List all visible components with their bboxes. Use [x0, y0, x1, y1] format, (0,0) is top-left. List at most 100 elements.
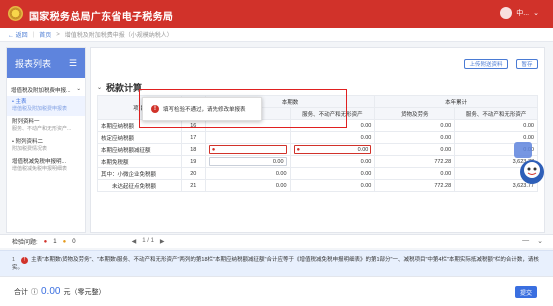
sidebar-group[interactable]: 增值税及附加税费申报... ⌄	[7, 78, 85, 96]
site-title: 国家税务总局广东省电子税务局	[29, 12, 174, 23]
row-lanci: 17	[180, 131, 206, 144]
cell-value: 0.00	[289, 179, 376, 192]
breadcrumb-current: 增值税及附加税费申报（小规模纳税人）	[64, 33, 173, 39]
sidebar-item-label: • 主表	[12, 99, 27, 105]
section-title-text: 税款计算	[106, 83, 143, 93]
chevron-down-icon: ⌄	[533, 10, 539, 17]
validation-label: 检验问题:	[12, 240, 38, 246]
save-draft-button[interactable]: 暂存	[516, 59, 538, 69]
sidebar-title: 报表列表	[15, 58, 52, 69]
validation-message[interactable]: 1! 主表"本期数\货物及劳务"、"本期数\服务、不动产和无形资产"两列的第18栏…	[0, 250, 553, 276]
cell-value: 772.28	[374, 179, 456, 192]
reduction-goods-input[interactable]: ●	[208, 145, 287, 154]
sidebar-item-attachment-2[interactable]: • 附列资料二 附加税费情况表	[7, 136, 85, 156]
cell-value: 0.00	[204, 167, 291, 180]
error-count-icon: ●	[43, 238, 48, 245]
exempt-goods-input[interactable]: 0.00	[208, 157, 287, 166]
validation-tooltip: ! 填写检验不通过，请先修改单报表	[142, 97, 262, 121]
row-lanci: 18	[180, 143, 206, 156]
cell-input-cell: ●	[204, 143, 291, 156]
page-indicator: 1 / 1	[142, 238, 154, 244]
avatar-icon	[500, 7, 513, 19]
table-row: 本期应纳税额减征额 18 ● ● 0.00 0.00 0.00	[97, 143, 538, 156]
sidebar-item-label: 增值税减免税申报明...	[12, 159, 67, 165]
sidebar-item-sublabel: 增值税减免税申报明细表	[12, 166, 68, 172]
cell-value: 0.00	[289, 131, 376, 144]
tooltip-text: 填写检验不通过，请先修改单报表	[163, 107, 246, 113]
cell-value: 0.00	[374, 131, 456, 144]
sidebar-header: 报表列表 ☰	[7, 48, 85, 78]
row-label: 核定应纳税额	[97, 131, 182, 144]
cell-input-cell: ● 0.00	[289, 143, 376, 156]
sidebar-item-label: 附列资料一	[12, 119, 40, 125]
header-goods-cum: 货物及劳务	[374, 107, 456, 120]
error-icon: ●	[211, 146, 216, 153]
sidebar-item-label: • 附列资料二	[12, 139, 43, 145]
warning-count-icon: ●	[62, 238, 67, 245]
cell-input-cell: 0.00	[204, 155, 291, 168]
info-icon[interactable]: ⓘ	[31, 287, 38, 297]
breadcrumb-home-link[interactable]: 首页	[39, 30, 51, 39]
row-lanci: 21	[180, 179, 206, 192]
row-lanci: 19	[180, 155, 206, 168]
cell-value: 772.28	[374, 155, 456, 168]
chevron-down-icon: ⌄	[97, 85, 103, 91]
back-button[interactable]: ← 返回	[8, 30, 28, 39]
header-service-cum: 服务、不动产和无形资产	[454, 107, 538, 120]
error-icon: !	[21, 257, 29, 264]
sidebar-item-vat-exemption[interactable]: 增值税减免税申报明... 增值税减免税申报明细表	[7, 156, 85, 176]
row-label: 未达起征点免税额	[97, 179, 182, 192]
total-amount: 0.00	[41, 286, 61, 297]
message-text: 主表"本期数\货物及劳务"、"本期数\服务、不动产和无形资产"两列的第18栏"本…	[12, 257, 539, 271]
next-page-button[interactable]: ▶	[160, 238, 165, 245]
table-row: 其中：小微企业免税额 20 0.00 0.00 0.00 0.00	[97, 167, 538, 180]
breadcrumb-arrow: >	[56, 31, 60, 38]
row-label: 本期应纳税额减征额	[97, 143, 182, 156]
minimize-button[interactable]: —	[522, 237, 529, 245]
prev-page-button[interactable]: ◀	[132, 238, 137, 245]
input-value: 0.00	[357, 146, 369, 153]
assistant-mascot-icon[interactable]	[510, 140, 548, 188]
error-icon: !	[151, 105, 159, 113]
sidebar-item-main-form[interactable]: • 主表 增值税及附加税费申报表	[7, 96, 85, 116]
sidebar-item-sublabel: 增值税及附加税费申报表	[12, 106, 68, 112]
menu-icon[interactable]: ☰	[69, 58, 77, 69]
top-header: 国家税务总局广东省电子税务局 中... ⌄	[0, 0, 553, 28]
panel-controls: — ⌄	[522, 237, 543, 245]
section-title[interactable]: ⌄ 税款计算	[97, 81, 142, 94]
row-lanci: 20	[180, 167, 206, 180]
header-cumulative: 本年累计	[374, 95, 538, 108]
warning-count[interactable]: 0	[72, 239, 75, 245]
sidebar-item-sublabel: 附加税费情况表	[12, 146, 48, 152]
total-label: 合计	[14, 288, 28, 296]
reduction-service-input[interactable]: ● 0.00	[293, 145, 372, 154]
user-menu[interactable]: 中... ⌄	[500, 7, 539, 19]
total-unit: 元（零元整）	[63, 288, 106, 296]
table-row: 核定应纳税额 17 0.00 0.00 0.00	[97, 131, 538, 144]
error-count[interactable]: 1	[53, 239, 56, 245]
message-index: 1	[12, 257, 16, 263]
validation-status-bar: 检验问题: ● 1 ● 0 ◀ 1 / 1 ▶ — ⌄	[0, 234, 553, 248]
cell-value: 0.00	[374, 167, 456, 180]
chevron-down-icon: ⌄	[76, 86, 81, 92]
table-row: 本期免税额 19 0.00 0.00 772.28 3,623.77	[97, 155, 538, 168]
breadcrumb: ← 返回 | 首页 > 增值税及附加税费申报（小规模纳税人）	[0, 28, 553, 42]
footer-total: 合计 ⓘ 0.00 元（零元整） 提交	[0, 276, 553, 306]
user-name: 中...	[516, 10, 530, 17]
sidebar-group-label: 增值税及附加税费申报...	[11, 88, 71, 94]
error-icon: ●	[296, 146, 301, 153]
upload-attachment-button[interactable]: 上传附送资料	[464, 59, 508, 69]
tax-emblem-icon	[8, 6, 23, 21]
cell-value: 0.00	[289, 155, 376, 168]
report-list-sidebar: 报表列表 ☰ 增值税及附加税费申报... ⌄ • 主表 增值税及附加税费申报表 …	[6, 47, 86, 233]
input-value: 0.00	[272, 158, 284, 165]
chevron-down-icon[interactable]: ⌄	[537, 237, 543, 245]
main-panel: 上传附送资料 暂存 ⌄ 税款计算 项 目 栏次 本期数 本年累计 货物及劳务 服…	[90, 47, 545, 233]
sidebar-item-sublabel: 服务、不动产和无形资产...	[12, 126, 72, 132]
row-label: 其中：小微企业免税额	[97, 167, 182, 180]
cell-value	[204, 131, 291, 144]
sidebar-item-attachment-1[interactable]: 附列资料一 服务、不动产和无形资产...	[7, 116, 85, 136]
submit-button[interactable]: 提交	[515, 286, 537, 298]
cell-value: 0.00	[374, 119, 456, 132]
row-label: 本期免税额	[97, 155, 182, 168]
